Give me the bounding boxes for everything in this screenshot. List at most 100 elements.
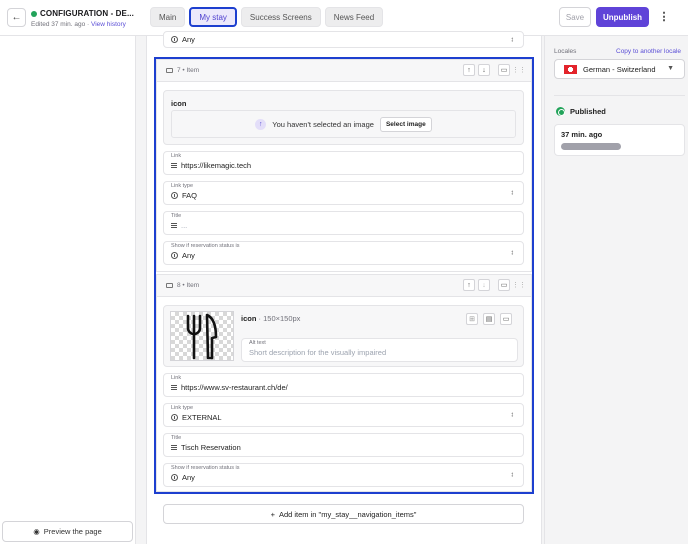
- link-field[interactable]: Link https://www.sv-restaurant.ch/de/: [163, 373, 524, 397]
- delete-item-button[interactable]: ▭: [498, 64, 510, 76]
- view-history-link[interactable]: View history: [91, 21, 126, 28]
- card-icon: [166, 283, 173, 288]
- chevron-updown-icon: ↕: [510, 189, 515, 197]
- alt-text-input[interactable]: Alt text Short description for the visua…: [241, 338, 518, 362]
- link-value: https://likemagic.tech: [171, 161, 251, 170]
- preview-page-button[interactable]: ◉ Preview the page: [2, 521, 133, 542]
- copy-locale-link[interactable]: Copy to another locale: [616, 48, 681, 55]
- show-if-label: Show if reservation status is: [171, 465, 240, 471]
- cloud-upload-icon: ↑: [255, 118, 267, 130]
- show-if-label: Show if reservation status is: [171, 243, 240, 249]
- title-label: Title: [171, 435, 182, 441]
- image-meta: icon · 150×150px: [241, 314, 300, 323]
- edit-info: Edited 37 min. ago · View history: [31, 21, 126, 28]
- title-field[interactable]: Title Tisch Reservation: [163, 433, 524, 457]
- select-image-button[interactable]: Select image: [379, 116, 432, 132]
- title-value: ...: [171, 221, 187, 230]
- trash-icon: ▭: [500, 67, 508, 74]
- arrow-left-icon: ←: [11, 12, 22, 23]
- link-field[interactable]: Link https://likemagic.tech: [163, 151, 524, 175]
- add-item-label: Add item in "my_stay__navigation_items": [278, 509, 417, 519]
- title-field[interactable]: Title ...: [163, 211, 524, 235]
- link-type-select[interactable]: Link type EXTERNAL ↕: [163, 403, 524, 427]
- show-if-status-select[interactable]: Show if reservation status is Any ↕: [163, 463, 524, 487]
- item-title: 7 • Item: [166, 67, 199, 74]
- link-type-label: Link type: [171, 405, 194, 411]
- image-toolbar: ⊞ ▤ ▭: [466, 313, 512, 325]
- preview-label: Preview the page: [43, 527, 102, 536]
- empty-image-text: You haven't selected an image: [272, 119, 374, 129]
- tab-news-feed[interactable]: News Feed: [324, 7, 384, 27]
- status-icon: [171, 36, 178, 43]
- drag-handle[interactable]: ⋮⋮: [512, 279, 526, 291]
- more-options-button[interactable]: ⋮: [658, 9, 670, 25]
- locale-select[interactable]: German - Switzerland ▼: [554, 59, 685, 79]
- replace-image-button[interactable]: ▤: [483, 313, 495, 325]
- publish-status: Published: [556, 107, 606, 116]
- tab-success-screens[interactable]: Success Screens: [240, 7, 321, 27]
- item-header: 7 • Item ↑ ↓ ▭ ⋮⋮: [157, 60, 531, 82]
- add-item-button[interactable]: + Add item in "my_stay__navigation_items…: [163, 504, 524, 524]
- tab-main[interactable]: Main: [150, 7, 186, 27]
- plus-icon: +: [270, 509, 275, 519]
- unpublish-button[interactable]: Unpublish: [596, 7, 649, 27]
- crop-icon: ⊞: [469, 316, 475, 323]
- arrow-up-icon: ↑: [467, 281, 471, 289]
- show-if-status-select[interactable]: Show if reservation status is Any ↕: [163, 241, 524, 265]
- title-value: Tisch Reservation: [171, 443, 241, 452]
- text-icon: [171, 223, 177, 228]
- option-icon: [171, 192, 178, 199]
- image-dropzone[interactable]: ↑ You haven't selected an image Select i…: [171, 110, 516, 138]
- card-icon: [166, 68, 173, 73]
- image-replace-icon: ▤: [485, 316, 493, 323]
- edited-text: Edited 37 min. ago: [31, 21, 86, 28]
- crop-button[interactable]: ⊞: [466, 313, 478, 325]
- swiss-flag-icon: [564, 64, 577, 74]
- grip-icon: ⋮⋮: [512, 282, 526, 289]
- trash-icon: ▭: [500, 282, 508, 289]
- remove-image-button[interactable]: ▭: [500, 313, 512, 325]
- globe-icon: [556, 107, 565, 116]
- link-type-label: Link type: [171, 183, 194, 189]
- tab-my-stay[interactable]: My stay: [189, 7, 237, 27]
- status-icon: [171, 252, 178, 259]
- trash-icon: ▭: [502, 316, 510, 323]
- image-size: · 150×150px: [258, 314, 301, 323]
- locale-value: German - Switzerland: [583, 64, 656, 74]
- move-down-button[interactable]: ↓: [478, 64, 490, 76]
- drag-handle[interactable]: ⋮⋮: [512, 64, 526, 76]
- alt-text-placeholder: Short description for the visually impai…: [249, 348, 387, 357]
- link-type-value: FAQ: [171, 191, 197, 200]
- separator: ·: [87, 21, 90, 28]
- chevron-down-icon: ▼: [667, 65, 674, 72]
- delete-item-button[interactable]: ▭: [498, 279, 510, 291]
- status-icon: [171, 474, 178, 481]
- move-down-button[interactable]: ↓: [478, 279, 490, 291]
- arrow-down-icon: ↓: [482, 66, 486, 74]
- text-icon: [171, 445, 177, 450]
- save-button[interactable]: Save: [559, 7, 591, 27]
- move-up-button[interactable]: ↑: [463, 64, 475, 76]
- divider: [554, 95, 685, 96]
- published-time: 37 min. ago: [561, 130, 603, 139]
- chevron-updown-icon: ↕: [510, 411, 515, 419]
- fork-knife-image[interactable]: [170, 311, 234, 361]
- alt-text-label: Alt text: [249, 340, 266, 346]
- back-button[interactable]: ←: [7, 8, 26, 27]
- show-if-status-select-prev[interactable]: Any ↕: [163, 31, 524, 48]
- title-label: Title: [171, 213, 182, 219]
- move-up-button[interactable]: ↑: [463, 279, 475, 291]
- text-icon: [171, 163, 177, 168]
- fork-knife-icon: [186, 313, 218, 360]
- kebab-icon: ⋮: [658, 11, 670, 23]
- text-icon: [171, 385, 177, 390]
- left-sidebar: [0, 36, 136, 544]
- status-label: Published: [570, 107, 606, 116]
- chevron-updown-icon: ↕: [510, 471, 515, 479]
- link-type-select[interactable]: Link type FAQ ↕: [163, 181, 524, 205]
- publisher-placeholder: [561, 143, 621, 150]
- link-type-value: EXTERNAL: [171, 413, 222, 422]
- status-dot-icon: [31, 11, 37, 17]
- link-label: Link: [171, 375, 182, 381]
- page-tabs: Main My stay Success Screens News Feed: [150, 7, 384, 27]
